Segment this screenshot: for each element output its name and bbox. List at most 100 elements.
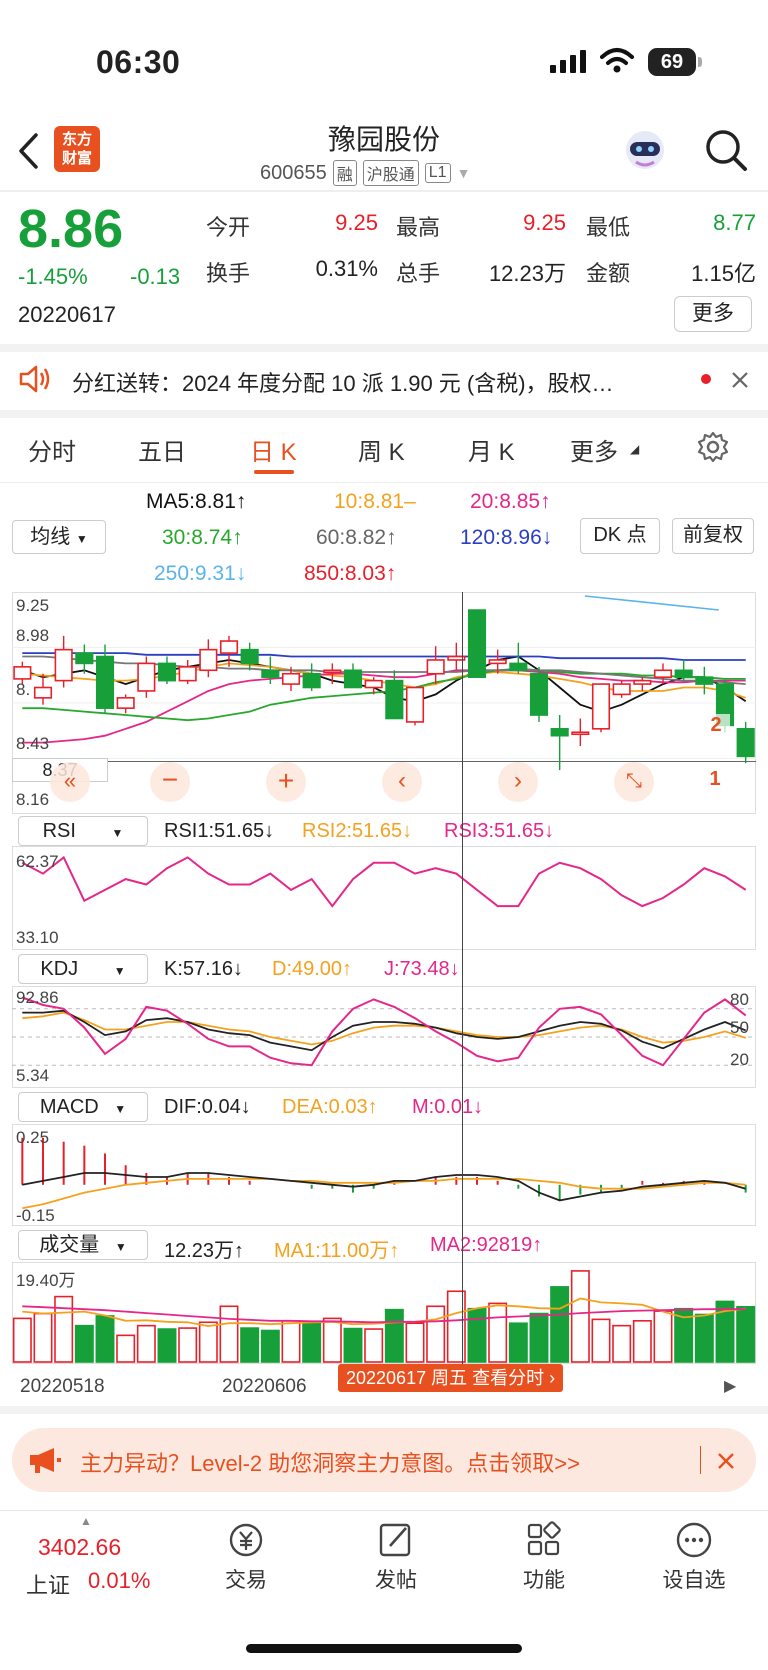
ma-line-ma120 — [22, 652, 746, 661]
adjust-button[interactable]: 前复权 — [672, 518, 754, 554]
candle-body — [674, 669, 693, 678]
search-icon[interactable] — [704, 128, 748, 172]
tab-month-k[interactable]: 月 K — [468, 432, 515, 467]
volume-bar — [95, 1315, 115, 1363]
nav-post-label: 发帖 — [375, 1569, 417, 1592]
candle-body — [633, 679, 652, 685]
candle-body — [509, 662, 528, 672]
open-label: 今开 — [206, 215, 251, 240]
rsi2-label: RSI2:51.65↓ — [302, 820, 413, 842]
vol-y-top: 19.40万 — [16, 1271, 76, 1290]
tab-intraday[interactable]: 分时 — [28, 432, 76, 467]
tab-day-k[interactable]: 日 K — [250, 432, 297, 467]
tab-five-day[interactable]: 五日 — [138, 432, 186, 467]
kdj-selector[interactable]: KDJ ▼ — [18, 954, 148, 984]
kdj-y-bottom: 5.34 — [16, 1066, 50, 1085]
period-tabs: 分时 五日 日 K 周 K 月 K 更多 ◢ — [0, 418, 768, 480]
level2-banner-text[interactable]: 主力异动？Level-2 助您洞察主力意图。点击领取>> — [80, 1446, 580, 1478]
nav-trade-label: 交易 — [225, 1569, 267, 1592]
tab-week-k[interactable]: 周 K — [358, 432, 405, 467]
nav-function[interactable]: 功能 — [494, 1520, 594, 1594]
more-quote-button[interactable]: 更多 — [674, 296, 752, 332]
index-value[interactable]: 3402.66 — [38, 1534, 121, 1561]
x-label-2: 20220606 — [222, 1376, 307, 1397]
volume-bar — [116, 1334, 136, 1363]
kdj-d-label: D:49.00↑ — [272, 958, 353, 980]
pan-right-button[interactable]: › — [498, 762, 538, 802]
rsi-selector-label: RSI — [42, 820, 76, 842]
volume-bar — [33, 1312, 53, 1363]
volume-bar — [219, 1305, 239, 1363]
tag-level: L1 — [424, 163, 451, 183]
rsi-line — [21, 855, 747, 908]
volume-bar — [157, 1328, 177, 1363]
macd-selector[interactable]: MACD ▼ — [18, 1092, 148, 1122]
rsi-selector[interactable]: RSI ▼ — [18, 816, 148, 846]
gear-icon[interactable] — [696, 430, 730, 464]
candle-body — [54, 648, 73, 682]
dk-point-button[interactable]: DK 点 — [580, 518, 660, 554]
divider — [0, 410, 768, 418]
ma120-label: 120:8.96↓ — [460, 526, 553, 549]
caret-icon: ◢ — [630, 442, 640, 456]
nav-function-label: 功能 — [523, 1569, 565, 1592]
speaker-icon — [19, 365, 50, 393]
high-label: 最高 — [396, 215, 441, 240]
fullscreen-icon[interactable]: ⤡ — [614, 762, 654, 802]
stock-code: 600655 — [260, 161, 327, 184]
candle-body — [302, 672, 321, 689]
scroll-right-icon[interactable]: ▶ — [724, 1376, 736, 1396]
candle-body — [405, 686, 425, 723]
ma-selector-label: 均线 — [30, 526, 71, 548]
candle-body — [323, 669, 342, 674]
vol-value-label: 12.23万↑ — [164, 1240, 245, 1262]
y-label-low: 8.16 — [16, 790, 50, 809]
volume-bar — [653, 1310, 673, 1363]
volume-bar — [405, 1322, 425, 1363]
ma-selector[interactable]: 均线 ▼ — [12, 520, 106, 554]
volume-bar — [240, 1327, 260, 1363]
volume-chart[interactable] — [12, 1262, 756, 1364]
nav-add-watchlist[interactable]: 设自选 — [644, 1520, 744, 1594]
rsi-chart[interactable] — [12, 846, 756, 950]
volume-bar — [281, 1320, 301, 1363]
kdj-chart[interactable] — [12, 986, 756, 1088]
volume-value: 12.23万 — [488, 261, 566, 286]
zoom-out-button[interactable]: − — [150, 762, 190, 802]
more-dots-icon — [676, 1522, 712, 1558]
candle-body — [199, 648, 218, 672]
turnover-value: 0.31% — [315, 256, 378, 281]
close-banner-icon[interactable] — [716, 1451, 736, 1471]
candle-body — [385, 679, 404, 720]
marker-2: 2 — [702, 714, 730, 742]
kdj-y-top: 92.86 — [16, 988, 59, 1007]
pan-left-button[interactable]: ‹ — [382, 762, 422, 802]
ma850-label: 850:8.03↑ — [304, 562, 397, 585]
volume-bar — [384, 1308, 404, 1363]
intraday-tip-button[interactable]: 20220617 周五 查看分时 › — [338, 1364, 564, 1392]
zoom-in-button[interactable]: + — [266, 762, 306, 802]
nav-post[interactable]: 发帖 — [346, 1520, 446, 1594]
rsi1-label: RSI1:51.65↓ — [164, 820, 275, 842]
tab-more[interactable]: 更多 — [570, 432, 618, 467]
volume-bar — [694, 1313, 714, 1363]
stock-subline[interactable]: 600655 融 沪股通 L1 ▼ — [260, 160, 470, 186]
volume-bar — [632, 1320, 652, 1363]
open-value: 9.25 — [335, 210, 378, 235]
macd-chart[interactable] — [12, 1124, 756, 1226]
robot-avatar-icon[interactable] — [622, 126, 668, 172]
ma5-label: MA5:8.81↑ — [146, 490, 247, 513]
index-percent: 0.01% — [88, 1568, 151, 1593]
dividend-notice[interactable]: 分红送转：2024 年度分配 10 派 1.90 元 (含税)，股权… — [72, 366, 614, 398]
close-icon[interactable] — [730, 370, 750, 390]
pan-left-fast-button[interactable]: « — [50, 762, 90, 802]
candle-body — [591, 683, 611, 730]
volume-bar — [591, 1318, 611, 1363]
index-name: 上证 — [26, 1573, 71, 1598]
nav-trade[interactable]: 交易 — [196, 1520, 296, 1594]
change-percent: -1.45% — [18, 264, 88, 289]
volume-selector[interactable]: 成交量 ▼ — [18, 1230, 148, 1260]
x-label-1: 20220518 — [20, 1376, 105, 1397]
intraday-tip-label: 20220617 周五 查看分时 — [346, 1368, 545, 1388]
signal-icon — [550, 50, 586, 73]
